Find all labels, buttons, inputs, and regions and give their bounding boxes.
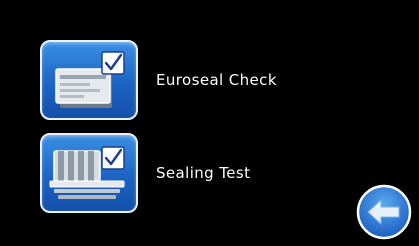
back-arrow-icon xyxy=(356,184,412,240)
sealing-test-button[interactable]: Sealing Test xyxy=(40,133,250,213)
euroseal-check-icon xyxy=(40,40,138,120)
euroseal-check-label: Euroseal Check xyxy=(156,71,277,89)
sealing-test-icon xyxy=(40,133,138,213)
sealing-test-label: Sealing Test xyxy=(156,164,251,182)
main-screen: Euroseal Check Sealing Test xyxy=(0,0,419,246)
back-button[interactable] xyxy=(356,184,412,240)
euroseal-check-button[interactable]: Euroseal Check xyxy=(40,40,277,120)
